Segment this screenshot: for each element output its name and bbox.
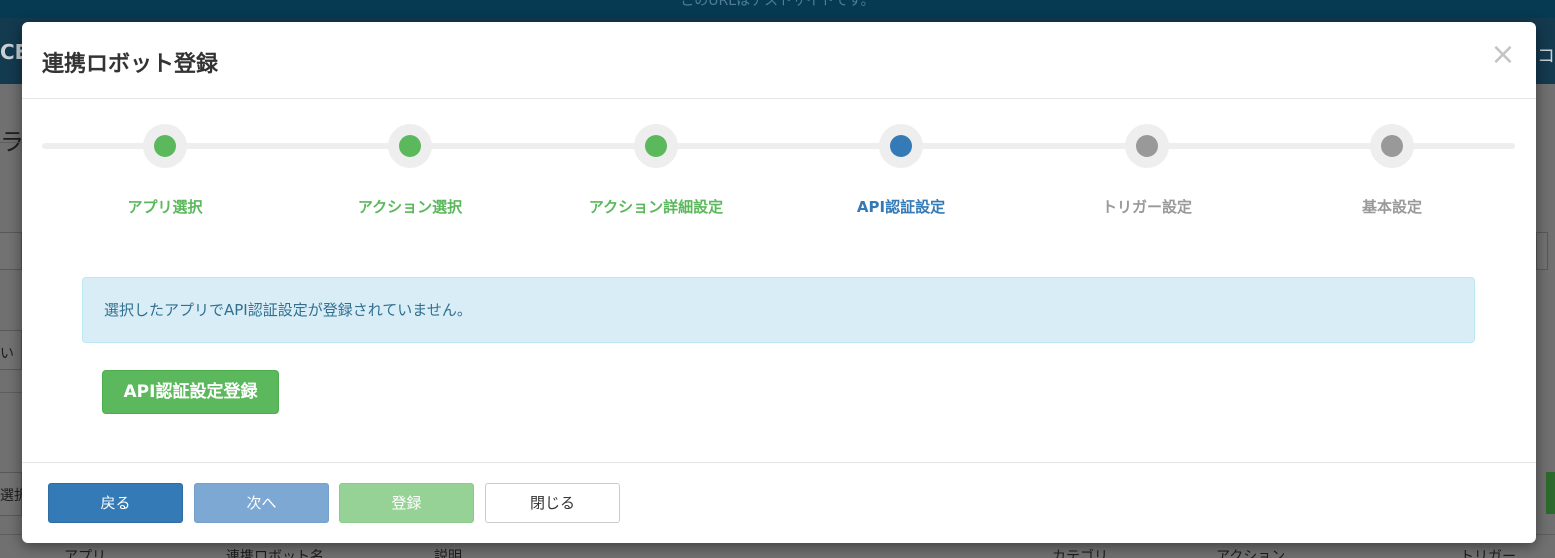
background-th-trigger: トリガー <box>1460 549 1516 558</box>
background-heading-fragment: ラ <box>0 128 24 156</box>
background-input <box>0 232 22 270</box>
step-label: トリガー設定 <box>1101 198 1192 216</box>
robot-registration-modal: 連携ロボット登録 × アプリ選択 アクション選択 アクション詳細設定 API認証… <box>22 22 1536 543</box>
background-th-action: アクション <box>1216 549 1286 558</box>
background-th-description: 説明 <box>434 549 462 558</box>
wizard-stepper: アプリ選択 アクション選択 アクション詳細設定 API認証設定 トリガー設定 基… <box>42 122 1515 232</box>
background-th-app: アプリ <box>64 549 106 558</box>
background-divider <box>0 142 22 143</box>
background-green-button <box>1546 472 1555 514</box>
test-site-banner-text: このURLはテストサイトです。 <box>680 0 875 9</box>
background-select-fragment: い <box>0 346 14 362</box>
info-alert: 選択したアプリでAPI認証設定が登録されていません。 <box>82 277 1475 343</box>
step-done-dot <box>645 135 667 157</box>
modal-footer: 戻る 次へ 登録 閉じる <box>22 462 1536 543</box>
close-button[interactable]: 閉じる <box>485 483 620 523</box>
step-pending-dot <box>1136 135 1158 157</box>
test-site-banner: このURLはテストサイトです。 <box>0 0 1555 18</box>
modal-title: 連携ロボット登録 <box>42 52 219 77</box>
step-pending-dot <box>1381 135 1403 157</box>
step-label: アクション詳細設定 <box>588 198 724 216</box>
step-done-dot <box>154 135 176 157</box>
background-divider <box>0 392 22 393</box>
background-th-robot-name: 連携ロボット名 <box>226 549 324 558</box>
step-current-dot <box>890 135 912 157</box>
next-button[interactable]: 次へ <box>194 483 329 523</box>
background-th-category: カテゴリ <box>1052 549 1108 558</box>
navbar-right-fragment: コ <box>1537 46 1555 67</box>
register-button[interactable]: 登録 <box>339 483 474 523</box>
step-done-dot <box>399 135 421 157</box>
step-label: API認証設定 <box>856 198 946 216</box>
step-label: アクション選択 <box>357 198 463 216</box>
step-label: アプリ選択 <box>127 198 203 216</box>
stepper-track <box>42 143 1515 149</box>
step-label: 基本設定 <box>1361 198 1422 216</box>
background-input-right <box>1536 232 1548 270</box>
back-button[interactable]: 戻る <box>48 483 183 523</box>
modal-header: 連携ロボット登録 × <box>22 22 1536 99</box>
api-auth-register-button[interactable]: API認証設定登録 <box>102 370 279 414</box>
close-icon[interactable]: × <box>1488 40 1518 70</box>
